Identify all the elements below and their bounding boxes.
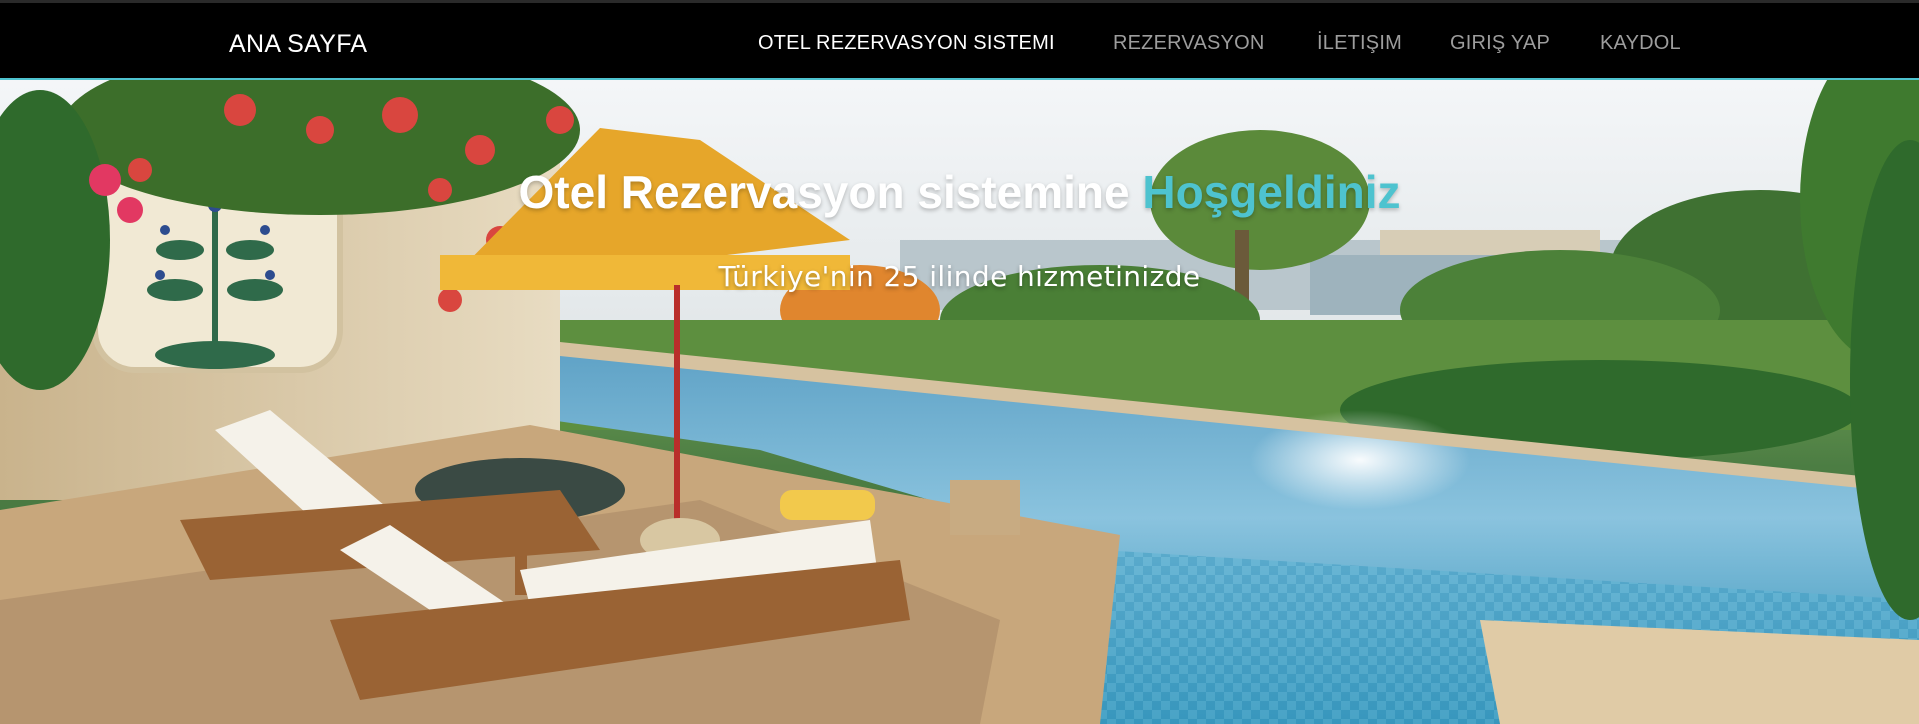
brand-home-link[interactable]: ANA SAYFA: [229, 30, 367, 59]
nav-link-reservation[interactable]: REZERVASYON: [1113, 32, 1265, 55]
hero-title: Otel Rezervasyon sistemine Hoşgeldiniz: [0, 165, 1919, 219]
nav-link-register[interactable]: KAYDOL: [1600, 32, 1681, 55]
hero-section: Otel Rezervasyon sistemine Hoşgeldiniz T…: [0, 80, 1919, 724]
hero-title-accent: Hoşgeldiniz: [1142, 166, 1401, 218]
nav-link-hotel-reservation-system[interactable]: OTEL REZERVASYON SISTEMI: [758, 32, 1055, 55]
nav-link-login[interactable]: GIRIŞ YAP: [1450, 32, 1550, 55]
hero-subtitle: Türkiye'nin 25 ilinde hizmetinizde: [718, 260, 1201, 293]
nav-link-contact[interactable]: İLETIŞIM: [1317, 32, 1402, 55]
hero-title-text: Otel Rezervasyon sistemine: [518, 166, 1130, 218]
top-navbar: ANA SAYFA OTEL REZERVASYON SISTEMI REZER…: [0, 0, 1919, 80]
